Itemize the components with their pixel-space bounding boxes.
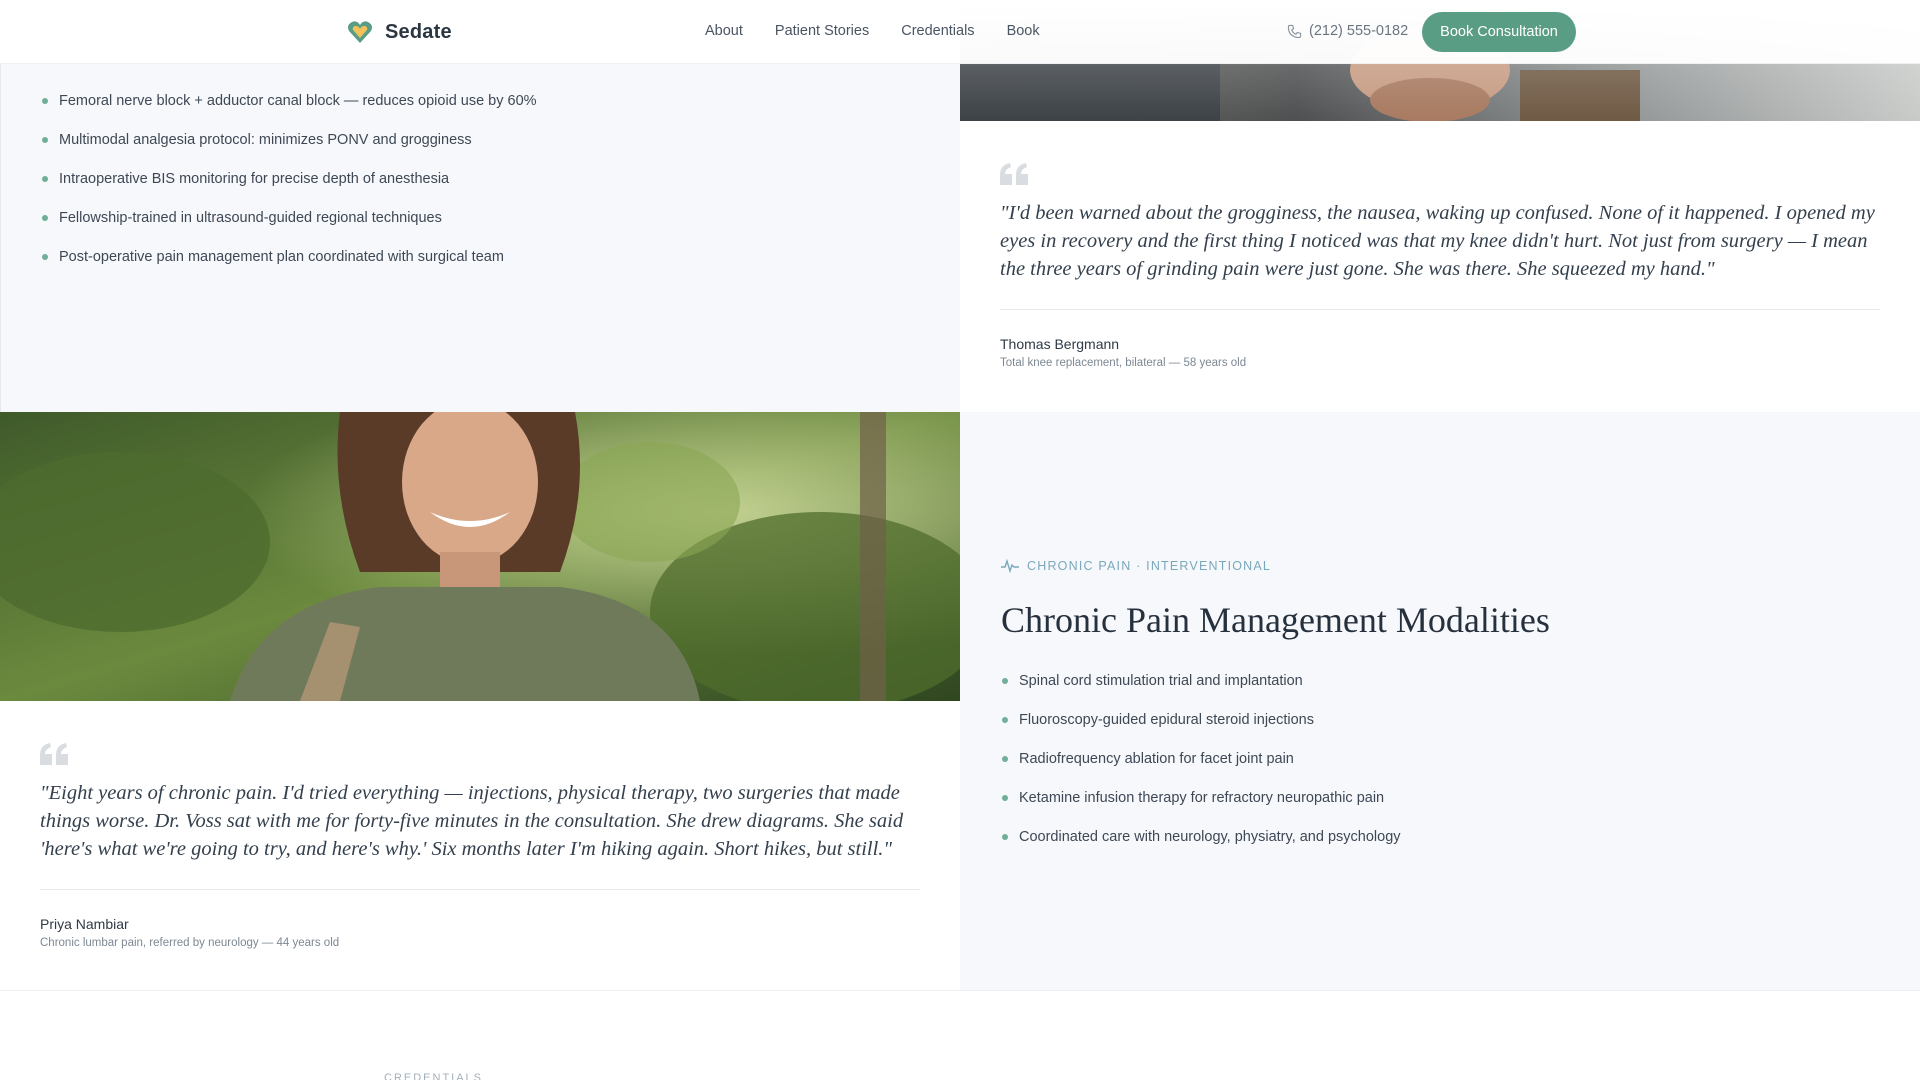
patient-photo-priya bbox=[0, 412, 960, 701]
list-item: Radiofrequency ablation for facet joint … bbox=[1001, 750, 1401, 789]
brand-name: Sedate bbox=[385, 20, 452, 43]
list-item: Multimodal analgesia protocol: minimizes… bbox=[41, 131, 537, 170]
credentials-section bbox=[0, 990, 1920, 1080]
testimonial-thomas: "I'd been warned about the grogginess, t… bbox=[960, 121, 1920, 412]
book-consultation-button[interactable]: Book Consultation bbox=[1422, 12, 1576, 52]
bullet-dot bbox=[42, 98, 48, 104]
divider bbox=[1000, 309, 1880, 310]
list-item: Fellowship-trained in ultrasound-guided … bbox=[41, 209, 537, 248]
list-item: Intraoperative BIS monitoring for precis… bbox=[41, 170, 537, 209]
list-item: Post-operative pain management plan coor… bbox=[41, 248, 537, 287]
list-item: Spinal cord stimulation trial and implan… bbox=[1001, 672, 1401, 711]
nav-credentials[interactable]: Credentials bbox=[901, 23, 974, 39]
testimonial-quote: "I'd been warned about the grogginess, t… bbox=[1000, 202, 1875, 280]
phone-icon bbox=[1287, 24, 1302, 38]
chronic-modalities-list: Spinal cord stimulation trial and implan… bbox=[1001, 672, 1401, 867]
nav-about[interactable]: About bbox=[705, 23, 743, 39]
bullet-dot bbox=[1002, 678, 1008, 684]
site-header: Sedate About Patient Stories Credentials… bbox=[0, 0, 1920, 64]
testimonial-author-meta: Chronic lumbar pain, referred by neurolo… bbox=[40, 937, 340, 949]
quote-icon bbox=[40, 743, 68, 765]
list-item: Coordinated care with neurology, physiat… bbox=[1001, 828, 1401, 867]
bullet-dot bbox=[1002, 717, 1008, 723]
list-item: Ketamine infusion therapy for refractory… bbox=[1001, 789, 1401, 828]
testimonial-author: Thomas Bergmann bbox=[1000, 336, 1120, 352]
quote-icon bbox=[1000, 163, 1028, 185]
nav-book[interactable]: Book bbox=[1007, 23, 1040, 39]
testimonial-priya: "Eight years of chronic pain. I'd tried … bbox=[0, 701, 960, 990]
phone-number: (212) 555-0182 bbox=[1309, 23, 1409, 39]
list-item: Fluoroscopy-guided epidural steroid inje… bbox=[1001, 711, 1401, 750]
pulse-icon bbox=[1001, 559, 1019, 573]
testimonial-author: Priya Nambiar bbox=[40, 916, 129, 932]
knee-protocol-list: Femoral nerve block + adductor canal blo… bbox=[41, 92, 537, 287]
testimonial-author-meta: Total knee replacement, bilateral — 58 y… bbox=[1000, 357, 1247, 369]
divider bbox=[40, 889, 920, 890]
nav-patient-stories[interactable]: Patient Stories bbox=[775, 23, 869, 39]
bullet-dot bbox=[1002, 795, 1008, 801]
list-item: Femoral nerve block + adductor canal blo… bbox=[41, 92, 537, 131]
credentials-eyebrow: CREDENTIALS bbox=[384, 1072, 484, 1080]
bullet-dot bbox=[42, 254, 48, 260]
section-title: Chronic Pain Management Modalities bbox=[1001, 600, 1550, 640]
phone-link[interactable]: (212) 555-0182 bbox=[1287, 23, 1408, 39]
bullet-dot bbox=[42, 137, 48, 143]
bullet-dot bbox=[42, 215, 48, 221]
main-nav: About Patient Stories Credentials Book bbox=[705, 23, 1040, 39]
section-eyebrow: CHRONIC PAIN · INTERVENTIONAL bbox=[1001, 559, 1271, 573]
testimonial-quote: "Eight years of chronic pain. I'd tried … bbox=[40, 782, 904, 860]
bullet-dot bbox=[42, 176, 48, 182]
brand-logo[interactable]: Sedate bbox=[347, 20, 452, 44]
bullet-dot bbox=[1002, 756, 1008, 762]
photo-illustration bbox=[0, 412, 960, 701]
bullet-dot bbox=[1002, 834, 1008, 840]
heart-logo-icon bbox=[348, 21, 372, 43]
